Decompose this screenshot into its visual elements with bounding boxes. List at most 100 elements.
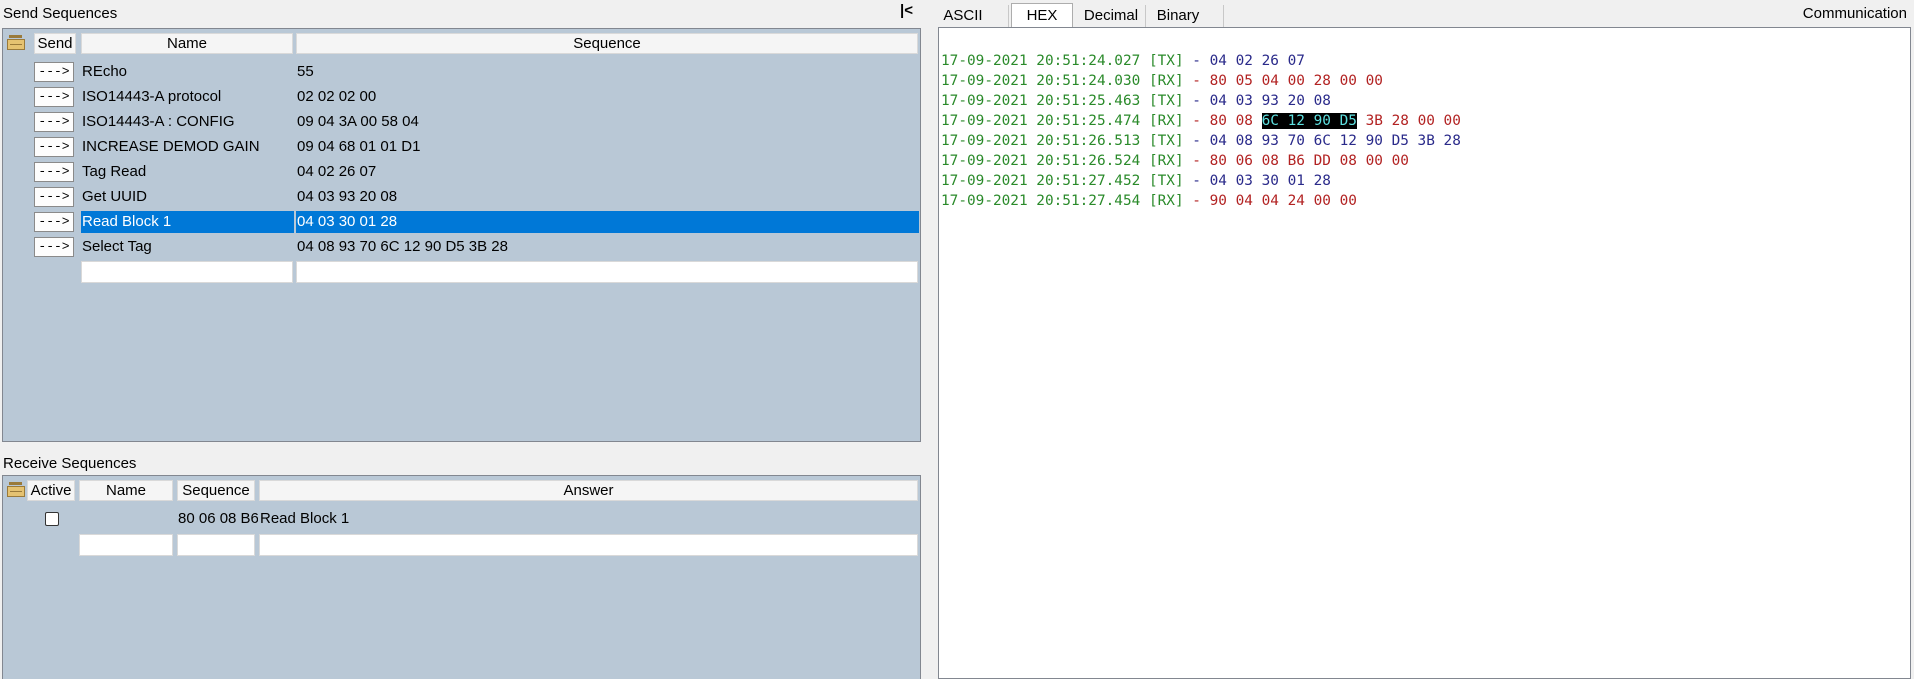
receive-sequences-grid: Active Name Sequence Answer 80 06 08 B6 …	[2, 475, 921, 679]
communication-title: Communication	[1802, 5, 1907, 22]
log-direction: [TX]	[1148, 93, 1184, 109]
send-sequence-row[interactable]: ---> Select Tag 04 08 93 70 6C 12 90 D5 3B…	[3, 236, 920, 258]
sequence-bytes: 02 02 02 00	[297, 88, 377, 105]
log-bytes-highlighted: 6C 12 90 D5	[1261, 113, 1357, 129]
communication-log[interactable]: 17-09-2021 20:51:24.027 [TX] - 04 02 26 …	[938, 27, 1911, 679]
log-timestamp: 17-09-2021 20:51:27.452	[941, 173, 1141, 189]
log-line: 17-09-2021 20:51:26.513 [TX] - 04 08 93 …	[941, 131, 1461, 151]
tab-separator	[1223, 5, 1224, 27]
new-row-sequence-input[interactable]	[177, 534, 255, 556]
log-separator: -	[1192, 153, 1201, 169]
log-direction: [TX]	[1148, 173, 1184, 189]
tab-separator	[1008, 5, 1009, 27]
receive-row-name	[79, 508, 174, 530]
sequence-name: REcho	[82, 63, 128, 80]
log-bytes: 04 08 93 70 6C 12 90 D5 3B 28	[1209, 133, 1461, 149]
sequence-bytes: 09 04 68 01 01 D1	[297, 138, 421, 155]
send-button[interactable]: --->	[34, 87, 74, 107]
new-row-sequence-input[interactable]	[296, 261, 918, 283]
log-direction: [TX]	[1148, 133, 1184, 149]
log-direction: [TX]	[1148, 53, 1184, 69]
log-bytes: 04 03 30 01 28	[1209, 173, 1331, 189]
log-line: 17-09-2021 20:51:25.463 [TX] - 04 03 93 …	[941, 91, 1331, 111]
briefcase-icon[interactable]	[7, 35, 25, 51]
log-line: 17-09-2021 20:51:24.030 [RX] - 80 05 04 …	[941, 71, 1383, 91]
send-sequence-row[interactable]: ---> Get UUID 04 03 93 20 08	[3, 186, 920, 208]
log-separator: -	[1192, 113, 1201, 129]
send-sequence-row[interactable]: ---> REcho 55	[3, 61, 920, 83]
log-direction: [RX]	[1148, 113, 1184, 129]
sequence-bytes: 09 04 3A 00 58 04	[297, 113, 419, 130]
log-timestamp: 17-09-2021 20:51:27.454	[941, 193, 1141, 209]
receive-row-sequence: 80 06 08 B6	[178, 510, 258, 527]
send-button[interactable]: --->	[34, 62, 74, 82]
send-sequence-row[interactable]: ---> Tag Read 04 02 26 07	[3, 161, 920, 183]
send-sequence-row[interactable]: ---> ISO14443-A protocol 02 02 02 00	[3, 86, 920, 108]
log-bytes: 80 08	[1209, 113, 1262, 129]
log-bytes: 04 02 26 07	[1209, 53, 1305, 69]
log-bytes: 90 04 04 24 00 00	[1209, 193, 1357, 209]
send-sequence-row[interactable]: ---> ISO14443-A : CONFIG 09 04 3A 00 58 04	[3, 111, 920, 133]
sequence-bytes: 04 02 26 07	[297, 163, 377, 180]
log-bytes: 04 03 93 20 08	[1209, 93, 1331, 109]
send-sequence-row[interactable]: ---> INCREASE DEMOD GAIN 09 04 68 01 01 D1	[3, 136, 920, 158]
log-timestamp: 17-09-2021 20:51:26.513	[941, 133, 1141, 149]
log-bytes: 80 06 08 B6 DD 08 00 00	[1209, 153, 1409, 169]
log-bytes: 3B 28 00 00	[1356, 113, 1461, 129]
log-direction: [RX]	[1148, 73, 1184, 89]
sequence-bytes: 04 08 93 70 6C 12 90 D5 3B 28	[297, 238, 508, 255]
column-header-sequence[interactable]: Sequence	[177, 480, 255, 501]
tab-separator	[1145, 5, 1146, 27]
sequence-name: ISO14443-A : CONFIG	[82, 113, 235, 130]
log-timestamp: 17-09-2021 20:51:24.030	[941, 73, 1141, 89]
column-header-answer[interactable]: Answer	[259, 480, 918, 501]
log-timestamp: 17-09-2021 20:51:25.463	[941, 93, 1141, 109]
sequence-name: INCREASE DEMOD GAIN	[82, 138, 260, 155]
column-header-sequence[interactable]: Sequence	[296, 33, 918, 54]
column-header-name[interactable]: Name	[81, 33, 293, 54]
sequence-name: Get UUID	[82, 188, 148, 205]
column-header-send[interactable]: Send	[34, 33, 76, 54]
receive-sequences-title: Receive Sequences	[3, 455, 137, 472]
log-line: 17-09-2021 20:51:27.452 [TX] - 04 03 30 …	[941, 171, 1331, 191]
log-separator: -	[1192, 193, 1201, 209]
tab-hex[interactable]: HEX	[1011, 3, 1073, 29]
receive-row[interactable]: 80 06 08 B6 Read Block 1	[3, 508, 920, 530]
collapse-panel-button[interactable]: |<	[900, 2, 913, 19]
log-line: 17-09-2021 20:51:24.027 [TX] - 04 02 26 …	[941, 51, 1305, 71]
log-separator: -	[1192, 73, 1201, 89]
new-row-answer-input[interactable]	[259, 534, 918, 556]
log-line: 17-09-2021 20:51:26.524 [RX] - 80 06 08 …	[941, 151, 1409, 171]
send-button[interactable]: --->	[34, 112, 74, 132]
tab-binary[interactable]: Binary	[1148, 4, 1208, 27]
active-checkbox[interactable]	[45, 512, 59, 526]
log-timestamp: 17-09-2021 20:51:24.027	[941, 53, 1141, 69]
log-bytes: 80 05 04 00 28 00 00	[1209, 73, 1383, 89]
tab-decimal[interactable]: Decimal	[1080, 4, 1142, 27]
send-button[interactable]: --->	[34, 137, 74, 157]
log-direction: [RX]	[1148, 153, 1184, 169]
sequence-name: ISO14443-A protocol	[82, 88, 222, 105]
sequence-name: Read Block 1	[81, 211, 294, 233]
send-sequence-row[interactable]: ---> Read Block 1 04 03 30 01 28	[3, 211, 920, 233]
send-button[interactable]: --->	[34, 212, 74, 232]
log-line: 17-09-2021 20:51:27.454 [RX] - 90 04 04 …	[941, 191, 1357, 211]
log-line: 17-09-2021 20:51:25.474 [RX] - 80 08 6C …	[941, 111, 1461, 131]
tab-ascii[interactable]: ASCII	[938, 4, 988, 27]
column-header-name[interactable]: Name	[79, 480, 173, 501]
send-button[interactable]: --->	[34, 237, 74, 257]
format-tab-bar: ASCII HEX Decimal Binary	[938, 0, 1914, 29]
send-button[interactable]: --->	[34, 162, 74, 182]
log-separator: -	[1192, 53, 1201, 69]
send-sequences-title: Send Sequences	[3, 5, 118, 22]
send-button[interactable]: --->	[34, 187, 74, 207]
new-row-name-input[interactable]	[79, 534, 173, 556]
sequence-bytes: 55	[297, 63, 314, 80]
column-header-active[interactable]: Active	[27, 480, 75, 501]
receive-row-answer: Read Block 1	[260, 510, 350, 527]
log-separator: -	[1192, 93, 1201, 109]
briefcase-icon[interactable]	[7, 482, 25, 498]
log-timestamp: 17-09-2021 20:51:25.474	[941, 113, 1141, 129]
send-sequences-grid: Send Name Sequence ---> REcho 55 ---> ISO14…	[2, 28, 921, 442]
new-row-name-input[interactable]	[81, 261, 293, 283]
